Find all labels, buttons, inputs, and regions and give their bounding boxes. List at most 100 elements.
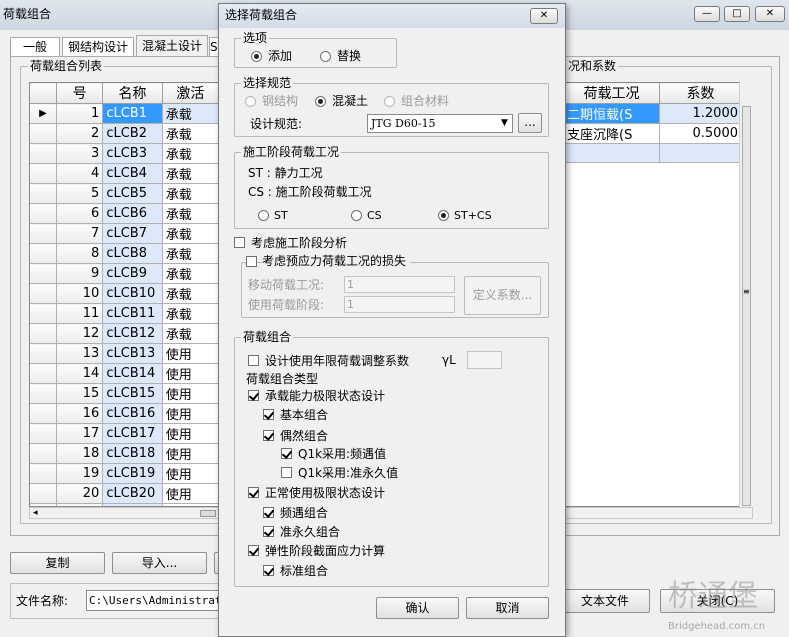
q1k-quasi-checkbox[interactable] [281,467,292,478]
define-coef-button[interactable]: 定义系数... [464,276,541,315]
row-name[interactable]: cLCB6 [102,203,163,224]
row-selector[interactable] [30,283,57,304]
row-name[interactable]: cLCB1 [102,103,163,124]
table-row[interactable]: 8 cLCB8 承载 [30,243,220,264]
row-name[interactable]: cLCB14 [102,363,163,384]
add-radio[interactable] [251,51,262,62]
row-active[interactable]: 使用 [161,343,220,364]
row-selector[interactable] [30,243,57,264]
steel-radio[interactable] [245,96,256,107]
row-active[interactable]: 承载 [161,323,220,344]
case-vscrollbar[interactable]: ≡ [739,82,753,507]
col-load-case[interactable]: 荷载工况 [564,83,660,104]
uls-checkbox[interactable] [248,390,259,401]
table-row[interactable]: 16 cLCB16 使用 [30,403,220,424]
row-selector[interactable] [30,123,57,144]
empty-cell[interactable] [659,143,742,163]
table-row[interactable]: 18 cLCB18 使用 [30,443,220,464]
row-selector[interactable] [30,343,57,364]
row-active[interactable]: 承载 [161,283,220,304]
row-selector[interactable] [30,443,57,464]
row-name[interactable]: cLCB16 [102,403,163,424]
maximize-button[interactable]: □ [724,6,750,22]
browse-code-button[interactable]: ... [518,113,542,133]
table-row[interactable]: 4 cLCB4 承载 [30,163,220,184]
table-row[interactable]: 19 cLCB19 使用 [30,463,220,484]
table-row[interactable]: 3 cLCB3 承载 [30,143,220,164]
row-name[interactable]: cLCB19 [102,463,163,484]
design-code-select[interactable]: JTG D60-15 ▼ [367,114,513,133]
table-row[interactable]: 6 cLCB6 承载 [30,203,220,224]
row-selector[interactable] [30,463,57,484]
life-factor-checkbox[interactable] [248,355,259,366]
row-selector[interactable] [30,423,57,444]
row-active[interactable]: 承载 [161,303,220,324]
row-selector[interactable] [30,143,57,164]
row-selector[interactable] [30,403,57,424]
cs-radio[interactable] [351,210,362,221]
row-active[interactable]: 使用 [161,483,220,504]
table-row[interactable]: 12 cLCB12 承载 [30,323,220,344]
current-row-arrow-icon[interactable]: ▶ [30,103,57,124]
table-row[interactable]: 2 cLCB2 承载 [30,123,220,144]
row-active[interactable]: 承载 [161,243,220,264]
stcs-radio[interactable] [438,210,449,221]
row-selector[interactable] [30,323,57,344]
row-name[interactable]: cLCB15 [102,383,163,404]
elastic-checkbox[interactable] [248,545,259,556]
row-selector[interactable] [30,483,57,504]
row-name[interactable]: cLCB5 [102,183,163,204]
vscroll-thumb[interactable] [742,106,751,506]
row-name[interactable]: cLCB8 [102,243,163,264]
tab-general[interactable]: 一般 [10,37,60,57]
table-row[interactable]: 10 cLCB10 承载 [30,283,220,304]
close-window-button[interactable]: ✕ [755,6,785,22]
quasi-checkbox[interactable] [263,526,274,537]
case-coef[interactable]: 0.5000 [659,123,742,144]
row-active[interactable]: 承载 [161,203,220,224]
row-selector[interactable] [30,383,57,404]
table-row[interactable]: ▶ 1 cLCB1 承载 [30,103,220,124]
ok-button[interactable]: 确认 [376,597,459,619]
row-name[interactable]: cLCB12 [102,323,163,344]
consider-stage-checkbox[interactable] [234,237,245,248]
table-row[interactable]: 5 cLCB5 承载 [30,183,220,204]
row-active[interactable]: 使用 [161,383,220,404]
case-row[interactable]: 支座沉降(S 0.5000 [564,123,742,144]
row-name[interactable]: cLCB10 [102,283,163,304]
chevron-down-icon[interactable]: ▼ [497,115,512,132]
row-active[interactable]: 使用 [161,363,220,384]
use-load-field[interactable]: 1 [344,296,455,313]
row-active[interactable]: 承载 [161,103,220,124]
row-active[interactable]: 承载 [161,163,220,184]
row-active[interactable]: 使用 [161,463,220,484]
row-active[interactable]: 使用 [161,443,220,464]
row-name[interactable]: cLCB18 [102,443,163,464]
table-row[interactable]: 7 cLCB7 承载 [30,223,220,244]
tab-concrete[interactable]: 混凝土设计 [136,35,208,57]
sls-checkbox[interactable] [248,487,259,498]
row-name[interactable]: cLCB17 [102,423,163,444]
row-name[interactable]: cLCB13 [102,343,163,364]
row-selector[interactable] [30,203,57,224]
row-name[interactable]: cLCB3 [102,143,163,164]
row-active[interactable]: 使用 [161,423,220,444]
row-active[interactable]: 承载 [161,223,220,244]
row-selector[interactable] [30,223,57,244]
table-row[interactable]: 11 cLCB11 承载 [30,303,220,324]
import-button[interactable]: 导入... [112,552,207,574]
table-row[interactable]: 20 cLCB20 使用 [30,483,220,504]
row-active[interactable]: 承载 [161,123,220,144]
case-name[interactable]: 二期恒载(S [564,103,660,124]
col-name[interactable]: 名称 [102,83,163,104]
row-selector[interactable] [30,163,57,184]
file-path-field[interactable]: C:\Users\Administrator [86,590,226,611]
prestress-checkbox[interactable] [246,256,257,267]
table-row[interactable]: 17 cLCB17 使用 [30,423,220,444]
cancel-button[interactable]: 取消 [466,597,549,619]
frequent-checkbox[interactable] [263,507,274,518]
dialog-close-button[interactable]: ✕ [530,8,558,24]
case-row[interactable]: 二期恒载(S 1.2000 [564,103,742,124]
row-name[interactable]: cLCB11 [102,303,163,324]
composite-radio[interactable] [384,96,395,107]
